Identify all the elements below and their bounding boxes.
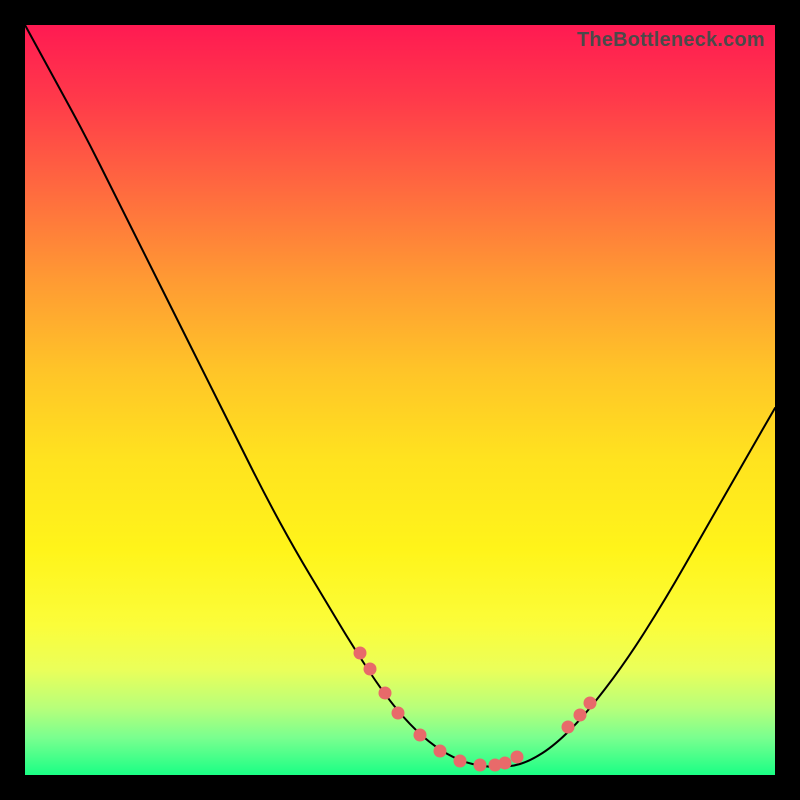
bottleneck-curve — [25, 25, 775, 767]
highlight-marker — [511, 751, 524, 764]
highlight-marker — [474, 759, 487, 772]
highlight-marker — [414, 729, 427, 742]
highlight-marker — [354, 647, 367, 660]
highlight-marker — [562, 721, 575, 734]
plot-area: TheBottleneck.com — [25, 25, 775, 775]
highlight-marker — [379, 687, 392, 700]
highlight-marker — [499, 757, 512, 770]
marker-group — [354, 647, 597, 772]
highlight-marker — [392, 707, 405, 720]
chart-frame: TheBottleneck.com — [0, 0, 800, 800]
highlight-marker — [454, 755, 467, 768]
highlight-marker — [364, 663, 377, 676]
highlight-marker — [434, 745, 447, 758]
watermark-label: TheBottleneck.com — [577, 29, 765, 52]
curve-layer — [25, 25, 775, 775]
highlight-marker — [584, 697, 597, 710]
highlight-marker — [574, 709, 587, 722]
